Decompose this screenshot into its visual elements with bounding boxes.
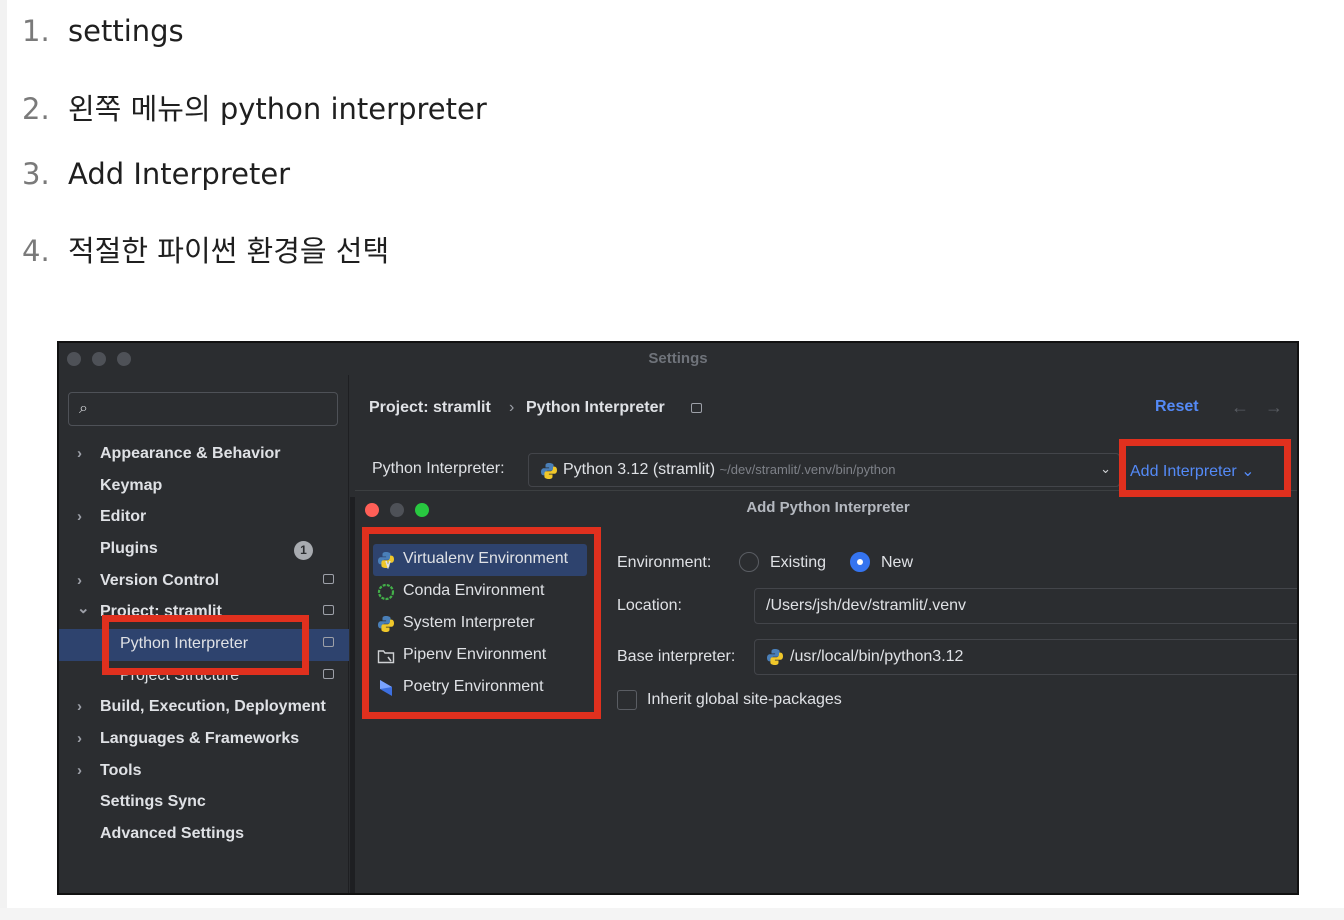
step-number: 1. [22, 14, 50, 48]
sidebar-item-keymap[interactable]: Keymap [59, 471, 349, 503]
search-icon: ⌕ [79, 400, 88, 417]
chevron-down-icon[interactable]: ⌄ [1100, 461, 1111, 477]
interpreter-select[interactable]: Python 3.12 (stramlit) ~/dev/stramlit/.v… [528, 453, 1120, 487]
project-scope-icon [323, 574, 334, 584]
settings-search-input[interactable]: ⌕ [68, 392, 338, 426]
python-icon [767, 649, 783, 665]
sidebar-item-label: Editor [100, 508, 147, 525]
chevron-down-icon[interactable]: ⌄ [77, 599, 90, 617]
python-icon [541, 463, 557, 479]
page-left-gutter [0, 0, 7, 920]
project-scope-icon [691, 403, 702, 413]
existing-option-label[interactable]: Existing [770, 554, 826, 572]
project-scope-icon [323, 669, 334, 679]
existing-radio[interactable] [739, 552, 759, 572]
project-scope-icon [323, 605, 334, 615]
sidebar-item-appearance[interactable]: › Appearance & Behavior [59, 439, 349, 471]
forward-arrow-icon[interactable]: → [1265, 397, 1283, 418]
sidebar-item-languages[interactable]: › Languages & Frameworks [59, 724, 349, 756]
breadcrumb-separator: › [509, 399, 515, 416]
highlight-python-interpreter [102, 615, 309, 675]
sidebar-item-label: Settings Sync [100, 793, 206, 810]
back-arrow-icon[interactable]: ← [1231, 397, 1249, 418]
chevron-right-icon[interactable]: › [77, 762, 82, 779]
interpreter-value: Python 3.12 (stramlit) ~/dev/stramlit/.v… [563, 461, 895, 479]
sidebar-item-label: Version Control [100, 572, 220, 589]
sidebar-item-label: Advanced Settings [100, 825, 245, 842]
window-titlebar: Settings [59, 343, 1297, 375]
step-text: Add Interpreter [68, 157, 291, 191]
reset-link[interactable]: Reset [1155, 398, 1199, 416]
inherit-site-packages-checkbox[interactable] [617, 690, 637, 710]
sidebar-item-editor[interactable]: › Editor [59, 502, 349, 534]
step-number: 4. [22, 234, 50, 268]
step-text: 적절한 파이썬 환경을 선택 [68, 234, 390, 268]
step-2: 2. 왼쪽 메뉴의 python interpreter [22, 86, 487, 128]
chevron-right-icon[interactable]: › [77, 572, 82, 589]
step-1: 1. settings [22, 14, 184, 48]
chevron-right-icon[interactable]: › [77, 508, 82, 525]
inherit-site-packages-label[interactable]: Inherit global site-packages [647, 691, 842, 709]
base-interpreter-field[interactable]: /usr/local/bin/python3.12 [754, 639, 1297, 675]
sidebar-item-label: Tools [100, 762, 142, 779]
chevron-right-icon[interactable]: › [77, 698, 82, 715]
step-text: settings [68, 14, 184, 48]
sidebar-item-settings-sync[interactable]: Settings Sync [59, 787, 349, 819]
page-bottom-strip [0, 908, 1344, 920]
sidebar-item-tools[interactable]: › Tools [59, 756, 349, 788]
breadcrumb-project[interactable]: Project: stramlit [369, 399, 491, 417]
sidebar-item-version-control[interactable]: › Version Control [59, 566, 349, 598]
chevron-right-icon[interactable]: › [77, 730, 82, 747]
step-3: 3. Add Interpreter [22, 157, 290, 191]
interpreter-label: Python Interpreter: [372, 460, 505, 477]
interpreter-name: Python 3.12 (stramlit) [563, 461, 716, 478]
window-title: Settings [648, 350, 708, 367]
sidebar-item-advanced-settings[interactable]: Advanced Settings [59, 819, 349, 851]
plugins-update-badge: 1 [294, 541, 313, 560]
step-number: 2. [22, 92, 50, 126]
location-label: Location: [617, 597, 682, 614]
new-option-label[interactable]: New [881, 554, 913, 572]
environment-label: Environment: [617, 554, 712, 571]
sidebar-item-label: Plugins [100, 540, 158, 557]
step-4: 4. 적절한 파이썬 환경을 선택 [22, 228, 389, 270]
sidebar-item-plugins[interactable]: Plugins 1 [59, 534, 349, 566]
new-radio[interactable] [850, 552, 870, 572]
location-field[interactable]: /Users/jsh/dev/stramlit/.venv [754, 588, 1297, 624]
sidebar-item-label: Build, Execution, Deployment [100, 698, 326, 715]
sidebar-item-label: Appearance & Behavior [100, 445, 281, 462]
sidebar-item-build[interactable]: › Build, Execution, Deployment [59, 692, 349, 724]
base-interpreter-label: Base interpreter: [617, 648, 736, 665]
dialog-title: Add Python Interpreter [746, 499, 910, 516]
chevron-right-icon[interactable]: › [77, 445, 82, 462]
project-scope-icon [323, 637, 334, 647]
base-interpreter-value: /usr/local/bin/python3.12 [790, 648, 964, 665]
interpreter-path: ~/dev/stramlit/.venv/bin/python [719, 462, 896, 477]
highlight-environment-list [362, 527, 601, 719]
step-text: 왼쪽 메뉴의 python interpreter [68, 92, 487, 126]
settings-screenshot: Settings ⌕ › Appearance & Behavior Keyma… [57, 341, 1299, 895]
content-header: Project: stramlit › Python Interpreter R… [350, 375, 1297, 445]
breadcrumb-page: Python Interpreter [526, 399, 665, 416]
location-value: /Users/jsh/dev/stramlit/.venv [766, 597, 967, 614]
sidebar-item-label: Languages & Frameworks [100, 730, 300, 747]
step-number: 3. [22, 157, 50, 191]
highlight-add-interpreter [1119, 439, 1291, 497]
sidebar-item-label: Keymap [100, 477, 163, 494]
